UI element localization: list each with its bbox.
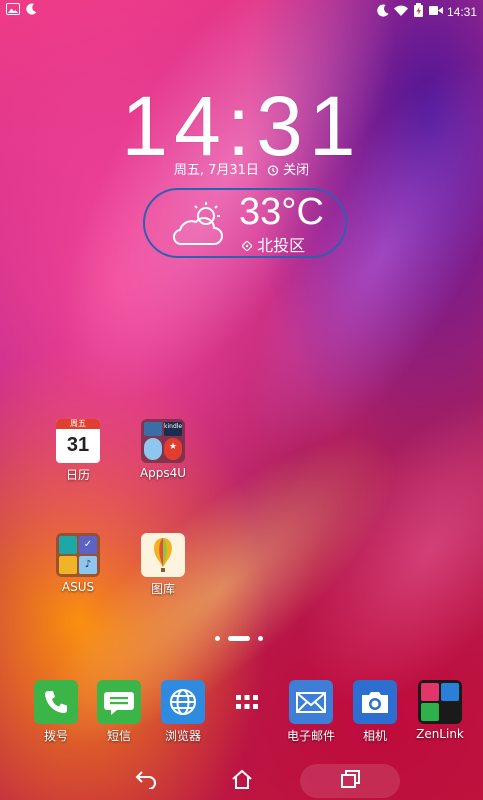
music-app-icon: ♪ (79, 556, 97, 574)
mail-icon (289, 680, 333, 724)
home-screen: 14:31 14:31 周五, 7月31日 关闭 33°C 北投区 周五 31 … (0, 0, 483, 800)
apps-grid-icon (225, 680, 269, 724)
apps4u-folder[interactable]: kindle ★ Apps4U (133, 419, 193, 480)
zenlink-folder[interactable]: ZenLink (410, 680, 470, 741)
temperature: 33°C (239, 191, 324, 233)
app-label: ZenLink (416, 727, 464, 741)
app-label: 图库 (150, 582, 175, 596)
app-label: ASUS (61, 580, 95, 594)
wifi-icon (393, 4, 409, 20)
asus-folder[interactable]: ✓ ♪ ASUS (48, 533, 108, 594)
back-button[interactable] (126, 768, 166, 794)
empty-slot (441, 703, 459, 721)
recents-button[interactable] (300, 764, 400, 798)
app-label: 日历 (65, 468, 90, 482)
message-icon (97, 680, 141, 724)
location: 北投区 (241, 232, 306, 256)
calendar-day: 31 (66, 434, 90, 456)
file-manager-app-icon (59, 556, 77, 574)
page-dot-active[interactable] (228, 636, 250, 641)
bookmark-app-icon (144, 422, 162, 436)
gallery-balloon-icon (141, 533, 185, 577)
folder-grid (421, 683, 459, 721)
app-label: Apps4U (139, 466, 187, 480)
remote-link-app-icon (441, 683, 459, 701)
video-icon (428, 5, 443, 19)
share-link-app-icon (421, 683, 439, 701)
folder-icon (418, 680, 462, 724)
status-time: 14:31 (446, 4, 477, 19)
gallery-app[interactable]: 图库 (133, 533, 193, 597)
party-link-app-icon (421, 703, 439, 721)
messages-app[interactable]: 短信 (89, 680, 149, 744)
folder-grid: kindle ★ (144, 422, 182, 460)
camera-app[interactable]: 相机 (345, 680, 405, 744)
location-pin-icon (241, 236, 253, 255)
tasks-app-icon: ✓ (79, 536, 97, 554)
browser-app[interactable]: 浏览器 (153, 680, 213, 744)
date-text: 周五, 7月31日 (173, 163, 259, 178)
all-apps-button[interactable] (217, 680, 277, 724)
image-notification-icon (6, 3, 20, 18)
status-bar[interactable]: 14:31 (0, 0, 483, 22)
app-label: 拨号 (43, 729, 68, 743)
camera-icon (353, 680, 397, 724)
folder-icon: ✓ ♪ (56, 533, 100, 577)
battery-charging-icon (413, 3, 425, 20)
app-label: 电子邮件 (286, 729, 335, 743)
alarm-icon (267, 164, 279, 180)
navigation-bar (0, 760, 483, 800)
app-label: 相机 (362, 729, 387, 743)
globe-icon (161, 680, 205, 724)
home-icon (230, 768, 254, 794)
page-dot[interactable] (215, 636, 220, 641)
app-icon (144, 437, 162, 460)
app-label: 短信 (106, 729, 131, 743)
dialer-app[interactable]: 拨号 (26, 680, 86, 744)
star-app-icon: ★ (164, 437, 182, 460)
home-button[interactable] (222, 768, 262, 794)
page-dot[interactable] (258, 636, 263, 641)
calendar-header: 周五 (56, 419, 100, 429)
date-line[interactable]: 周五, 7月31日 关闭 (0, 159, 483, 180)
moon-icon (377, 4, 389, 20)
recents-icon (339, 769, 361, 793)
alarm-text: 关闭 (283, 163, 310, 178)
page-indicator[interactable] (215, 636, 263, 641)
moon-icon (26, 3, 37, 18)
clock-widget[interactable]: 14:31 (0, 84, 483, 168)
back-icon (134, 769, 158, 793)
folder-grid: ✓ ♪ (59, 536, 97, 574)
contacts-app-icon (59, 536, 77, 554)
email-app[interactable]: 电子邮件 (281, 680, 341, 744)
location-text: 北投区 (257, 236, 306, 255)
calendar-app[interactable]: 周五 31 日历 (48, 419, 108, 483)
calendar-icon: 周五 31 (56, 419, 100, 463)
kindle-app-icon: kindle (164, 422, 182, 436)
app-label: 浏览器 (164, 729, 201, 743)
folder-icon: kindle ★ (141, 419, 185, 463)
partly-cloudy-icon (170, 200, 228, 250)
phone-icon (34, 680, 78, 724)
